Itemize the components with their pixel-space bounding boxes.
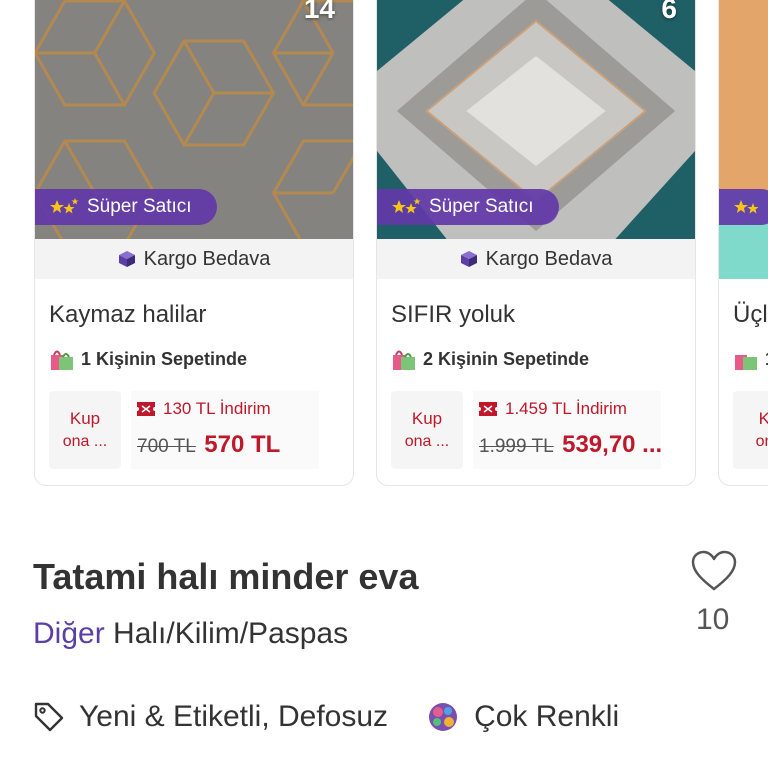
prices: 1.999 TL 539,70 ... [479, 431, 663, 459]
coupon-area[interactable]: Ku ona [733, 391, 768, 469]
super-seller-badge [719, 189, 768, 225]
free-shipping-bar: Kargo Bedava [377, 239, 695, 279]
coupon-tag[interactable]: Kup ona ... [49, 391, 121, 469]
product-card-title: Üçl [733, 301, 768, 328]
image-count-badge: 6 [661, 0, 677, 24]
condition-label: Yeni & Etiketli, Defosuz [79, 700, 389, 733]
ticket-icon [137, 402, 155, 416]
basket-count: 1 [733, 347, 768, 371]
shopping-bag-icon [735, 355, 757, 370]
box-icon [460, 251, 477, 267]
image-count-badge: 14 [303, 0, 335, 24]
discount-line: 1.459 TL İndirim [479, 399, 661, 419]
super-seller-label: Süper Satıcı [429, 196, 534, 217]
stars-icon [734, 200, 759, 214]
shopping-bag-icon [393, 350, 415, 370]
similar-products-carousel[interactable]: 14 Süper Satıcı Kargo Bedava Kaymaz hali… [0, 0, 768, 500]
box-icon [118, 251, 135, 267]
coupon-area[interactable]: Kup ona ... 1.459 TL İndirim 1.999 TL 53… [391, 391, 663, 469]
color-label: Çok Renkli [474, 700, 620, 733]
basket-label: 2 Kişinin Sepetinde [423, 348, 590, 369]
discount-label: 1.459 TL İndirim [505, 399, 627, 418]
basket-label: 1 Kişinin Sepetinde [81, 348, 248, 369]
product-image [719, 0, 768, 239]
product-card[interactable]: Üçl 1 Ku ona [718, 0, 768, 486]
attributes-row: Yeni & Etiketli, Defosuz Çok Renkli [33, 700, 619, 734]
product-card-title: SIFIR yoluk [391, 301, 516, 328]
new-price: 570 TL [204, 431, 281, 458]
shopping-bag-icon [51, 350, 73, 370]
free-shipping-bar [719, 239, 768, 279]
heart-icon[interactable] [691, 550, 737, 592]
coupon-line-2: ona ... [404, 432, 450, 450]
shipping-label: Kargo Bedava [485, 247, 613, 270]
multicolor-icon [429, 703, 458, 731]
super-seller-badge: Süper Satıcı [377, 189, 559, 225]
category-path: Halı/Kilim/Paspas [104, 617, 349, 650]
stars-icon [50, 198, 79, 214]
shipping-label: Kargo Bedava [143, 247, 271, 270]
coupon-line-1: Kup [411, 408, 443, 428]
free-shipping-bar: Kargo Bedava [35, 239, 353, 279]
tag-icon [34, 702, 64, 732]
category-link[interactable]: Diğer [33, 617, 105, 650]
basket-count: 1 Kişinin Sepetinde [49, 347, 247, 371]
product-title: Tatami halı minder eva [33, 556, 419, 597]
product-card[interactable]: 14 Süper Satıcı Kargo Bedava Kaymaz hali… [34, 0, 354, 486]
basket-count: 2 Kişinin Sepetinde [391, 347, 589, 371]
coupon-line-2: ona ... [62, 432, 108, 450]
ticket-icon [479, 402, 497, 416]
product-card-title: Kaymaz halilar [49, 301, 207, 328]
super-seller-badge: Süper Satıcı [35, 189, 217, 225]
coupon-area[interactable]: Kup ona ... 130 TL İndirim 700 TL 570 TL [49, 391, 319, 469]
coupon-tag[interactable]: Ku ona [733, 391, 768, 469]
favorite-count: 10 [696, 603, 730, 636]
old-price: 700 TL [137, 436, 196, 457]
coupon-tag[interactable]: Kup ona ... [391, 391, 463, 469]
new-price: 539,70 ... [562, 431, 663, 458]
price-block: 130 TL İndirim 700 TL 570 TL [131, 391, 319, 469]
product-card[interactable]: 6 Süper Satıcı Kargo Bedava SIFIR yoluk [376, 0, 696, 486]
breadcrumb: Diğer Halı/Kilim/Paspas [33, 617, 348, 651]
discount-label: 130 TL İndirim [163, 399, 271, 418]
stars-icon [392, 198, 421, 214]
coupon-line-1: Kup [69, 408, 101, 428]
discount-line: 130 TL İndirim [137, 399, 319, 419]
product-image: 6 Süper Satıcı [377, 0, 695, 239]
product-image: 14 Süper Satıcı [35, 0, 353, 239]
coupon-line-2: ona [755, 432, 768, 450]
coupon-line-1: Ku [759, 408, 768, 431]
prices: 700 TL 570 TL [137, 431, 319, 459]
price-block: 1.459 TL İndirim 1.999 TL 539,70 ... [473, 391, 663, 469]
old-price: 1.999 TL [479, 436, 554, 457]
super-seller-label: Süper Satıcı [87, 196, 192, 217]
